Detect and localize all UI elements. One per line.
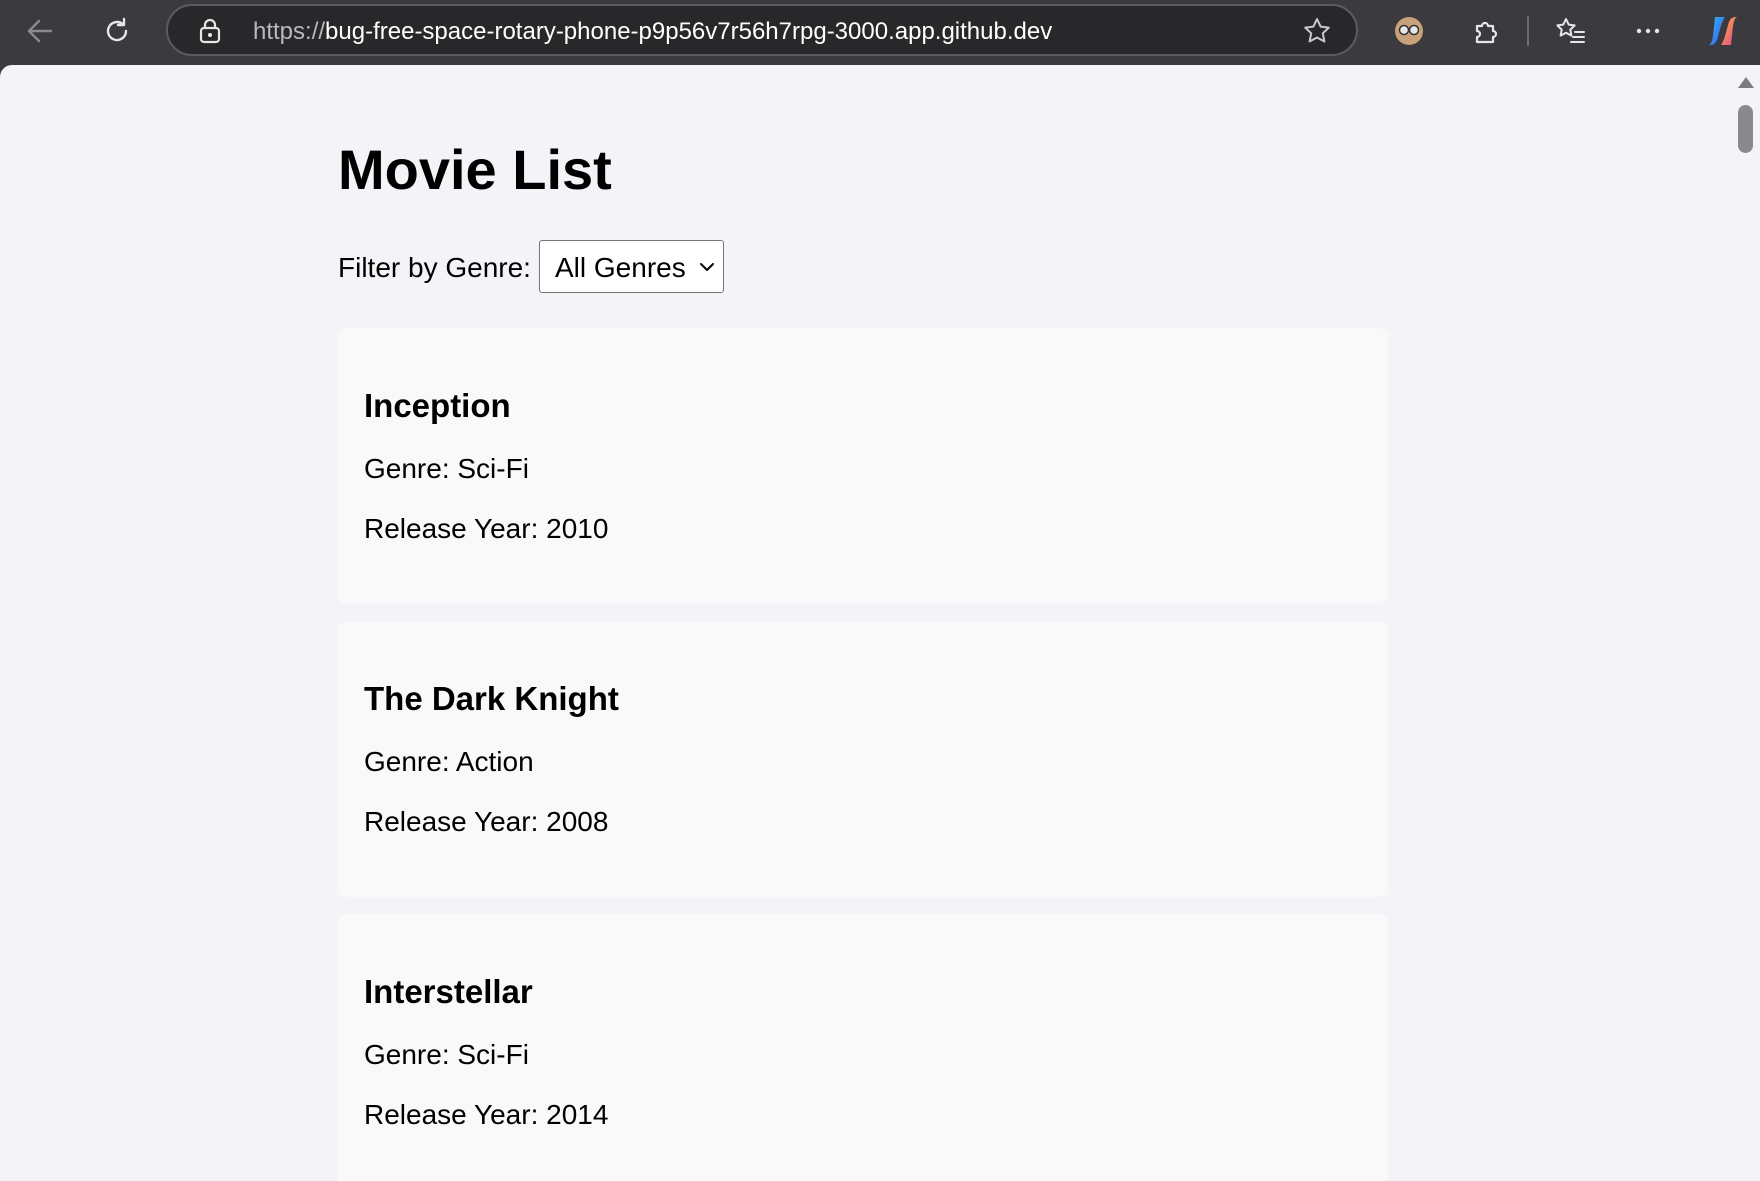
chevron-down-icon: [700, 263, 714, 271]
copilot-icon: [1709, 17, 1737, 45]
address-bar[interactable]: https://bug-free-space-rotary-phone-p9p5…: [166, 4, 1358, 56]
back-button[interactable]: [17, 8, 63, 54]
page-title: Movie List: [338, 138, 612, 201]
toolbar-divider: [1527, 16, 1529, 46]
url-host: bug-free-space-rotary-phone-p9p56v7r56h7…: [325, 18, 1053, 45]
movie-card: The Dark Knight Genre: Action Release Ye…: [338, 621, 1388, 897]
arrow-left-icon: [27, 19, 53, 43]
genre-select-value: All Genres: [555, 252, 686, 283]
star-icon[interactable]: [1302, 16, 1332, 51]
favorites-list-icon: [1556, 18, 1585, 43]
url-text[interactable]: https://bug-free-space-rotary-phone-p9p5…: [253, 18, 1052, 46]
browser-toolbar: https://bug-free-space-rotary-phone-p9p5…: [0, 0, 1760, 65]
filter-label: Filter by Genre:: [338, 252, 531, 283]
reload-button[interactable]: [94, 8, 140, 54]
movie-genre: Genre: Sci-Fi: [364, 1039, 529, 1070]
scroll-up-arrow-icon[interactable]: [1738, 77, 1754, 88]
favorites-button[interactable]: [1547, 8, 1593, 54]
more-dots-icon: [1636, 28, 1660, 34]
scroll-thumb[interactable]: [1738, 105, 1753, 153]
profile-avatar-icon: [1395, 17, 1423, 45]
page-viewport: Movie List Filter by Genre: All Genres I…: [0, 65, 1760, 1181]
movie-card: Inception Genre: Sci-Fi Release Year: 20…: [338, 328, 1388, 604]
lock-icon[interactable]: [197, 17, 223, 50]
extensions-button[interactable]: [1463, 8, 1509, 54]
movie-card: Interstellar Genre: Sci-Fi Release Year:…: [338, 914, 1388, 1181]
movie-genre: Genre: Action: [364, 746, 534, 777]
puzzle-icon: [1475, 21, 1498, 44]
movie-release-year: Release Year: 2014: [364, 1099, 609, 1130]
movie-release-year: Release Year: 2008: [364, 806, 609, 837]
genre-select[interactable]: All Genres: [539, 240, 724, 293]
vertical-scrollbar[interactable]: [1730, 65, 1760, 1181]
more-button[interactable]: [1625, 8, 1671, 54]
movie-genre: Genre: Sci-Fi: [364, 453, 529, 484]
movie-title: Inception: [364, 387, 511, 424]
url-scheme: https://: [253, 18, 326, 45]
movie-release-year: Release Year: 2010: [364, 513, 609, 544]
reload-icon: [106, 17, 128, 42]
copilot-button[interactable]: [1700, 8, 1746, 54]
movie-title: Interstellar: [364, 973, 533, 1010]
profile-button[interactable]: [1386, 8, 1432, 54]
movie-title: The Dark Knight: [364, 680, 619, 717]
